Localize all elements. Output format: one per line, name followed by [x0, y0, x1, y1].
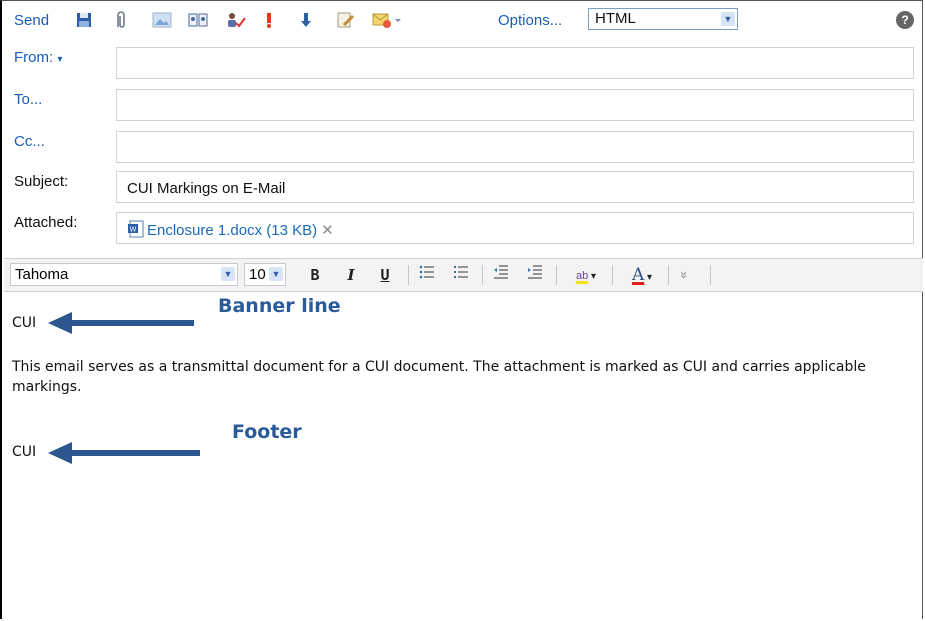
address-book-icon[interactable] [188, 9, 208, 31]
from-row: From: ▾ [8, 43, 920, 79]
to-field[interactable] [116, 89, 914, 121]
font-value: Tahoma [15, 266, 69, 283]
subject-row: Subject: CUI Markings on E-Mail [8, 167, 920, 203]
help-icon[interactable]: ? [896, 11, 914, 29]
font-size-select[interactable]: 10 ▼ [244, 263, 286, 286]
increase-indent-icon[interactable] [526, 264, 544, 286]
compose-window: Send Options... HTML ▼ ? From: ▾ To... C… [0, 0, 923, 619]
toolbar-divider [556, 265, 557, 285]
from-button[interactable]: From: ▾ [14, 49, 62, 66]
remove-attachment-icon[interactable]: ✕ [321, 222, 334, 239]
banner-line-annotation: Banner line [218, 295, 341, 317]
attachments-field: W Enclosure 1.docx (13 KB) ✕ [116, 212, 914, 244]
request-receipt-icon[interactable] [372, 9, 402, 31]
font-color-icon: A [631, 265, 645, 285]
banner-marking: CUI [12, 315, 37, 331]
chevron-down-icon: ▾ [644, 272, 653, 283]
highlight-color-button[interactable]: ab ▾ [566, 264, 606, 286]
message-format-select[interactable]: HTML ▼ [588, 8, 738, 30]
svg-text:W: W [130, 226, 137, 234]
footer-annotation: Footer [232, 421, 302, 443]
insert-image-icon[interactable] [152, 9, 172, 31]
underline-button[interactable]: U [376, 264, 394, 286]
low-importance-icon[interactable] [300, 9, 312, 31]
bold-button[interactable]: B [306, 264, 324, 286]
to-button[interactable]: To... [14, 91, 42, 108]
compose-toolbar: Send Options... HTML ▼ ? [8, 5, 920, 35]
chevron-down-icon: ▼ [221, 267, 235, 281]
subject-field[interactable]: CUI Markings on E-Mail [116, 171, 914, 203]
high-importance-icon[interactable] [264, 9, 274, 31]
message-format-value: HTML [595, 10, 636, 27]
formatting-toolbar: Tahoma ▼ 10 ▼ B I U ab ▾ A ▾ » [4, 258, 923, 292]
chevron-down-icon: ▼ [721, 12, 735, 26]
to-row: To... [8, 85, 920, 121]
attachment-link[interactable]: Enclosure 1.docx (13 KB) [147, 222, 317, 239]
send-button[interactable]: Send [14, 9, 49, 31]
from-field[interactable] [116, 47, 914, 79]
more-options-icon[interactable]: » [673, 267, 695, 283]
save-icon[interactable] [76, 9, 92, 31]
toolbar-divider [710, 265, 711, 285]
font-size-value: 10 [249, 266, 266, 283]
subject-label: Subject: [14, 173, 69, 190]
chevron-down-icon: ▾ [588, 271, 597, 282]
numbered-list-icon[interactable] [452, 264, 470, 286]
bullet-list-icon[interactable] [418, 264, 436, 286]
message-paragraph: This email serves as a transmittal docum… [12, 359, 866, 395]
footer-marking: CUI [12, 444, 37, 460]
toolbar-divider [482, 265, 483, 285]
footer-arrow-icon [48, 442, 200, 464]
attached-label: Attached: [14, 214, 78, 231]
banner-arrow-icon [48, 312, 194, 334]
word-document-icon: W [127, 220, 145, 238]
font-select[interactable]: Tahoma ▼ [10, 263, 238, 286]
options-button[interactable]: Options... [498, 9, 562, 31]
chevron-down-icon: ▼ [269, 267, 283, 281]
toolbar-divider [408, 265, 409, 285]
decrease-indent-icon[interactable] [492, 264, 510, 286]
cc-row: Cc... [8, 127, 920, 163]
attached-row: Attached: W Enclosure 1.docx (13 KB) ✕ [8, 208, 920, 244]
highlighter-icon: ab [575, 270, 589, 282]
toolbar-divider [668, 265, 669, 285]
font-color-button[interactable]: A ▾ [622, 264, 662, 286]
check-names-icon[interactable] [226, 9, 246, 31]
italic-button[interactable]: I [342, 264, 360, 286]
toolbar-divider [612, 265, 613, 285]
signature-icon[interactable] [336, 9, 356, 31]
attach-icon[interactable] [114, 9, 128, 31]
cc-field[interactable] [116, 131, 914, 163]
cc-button[interactable]: Cc... [14, 133, 45, 150]
chevron-down-icon: ▾ [57, 54, 63, 65]
